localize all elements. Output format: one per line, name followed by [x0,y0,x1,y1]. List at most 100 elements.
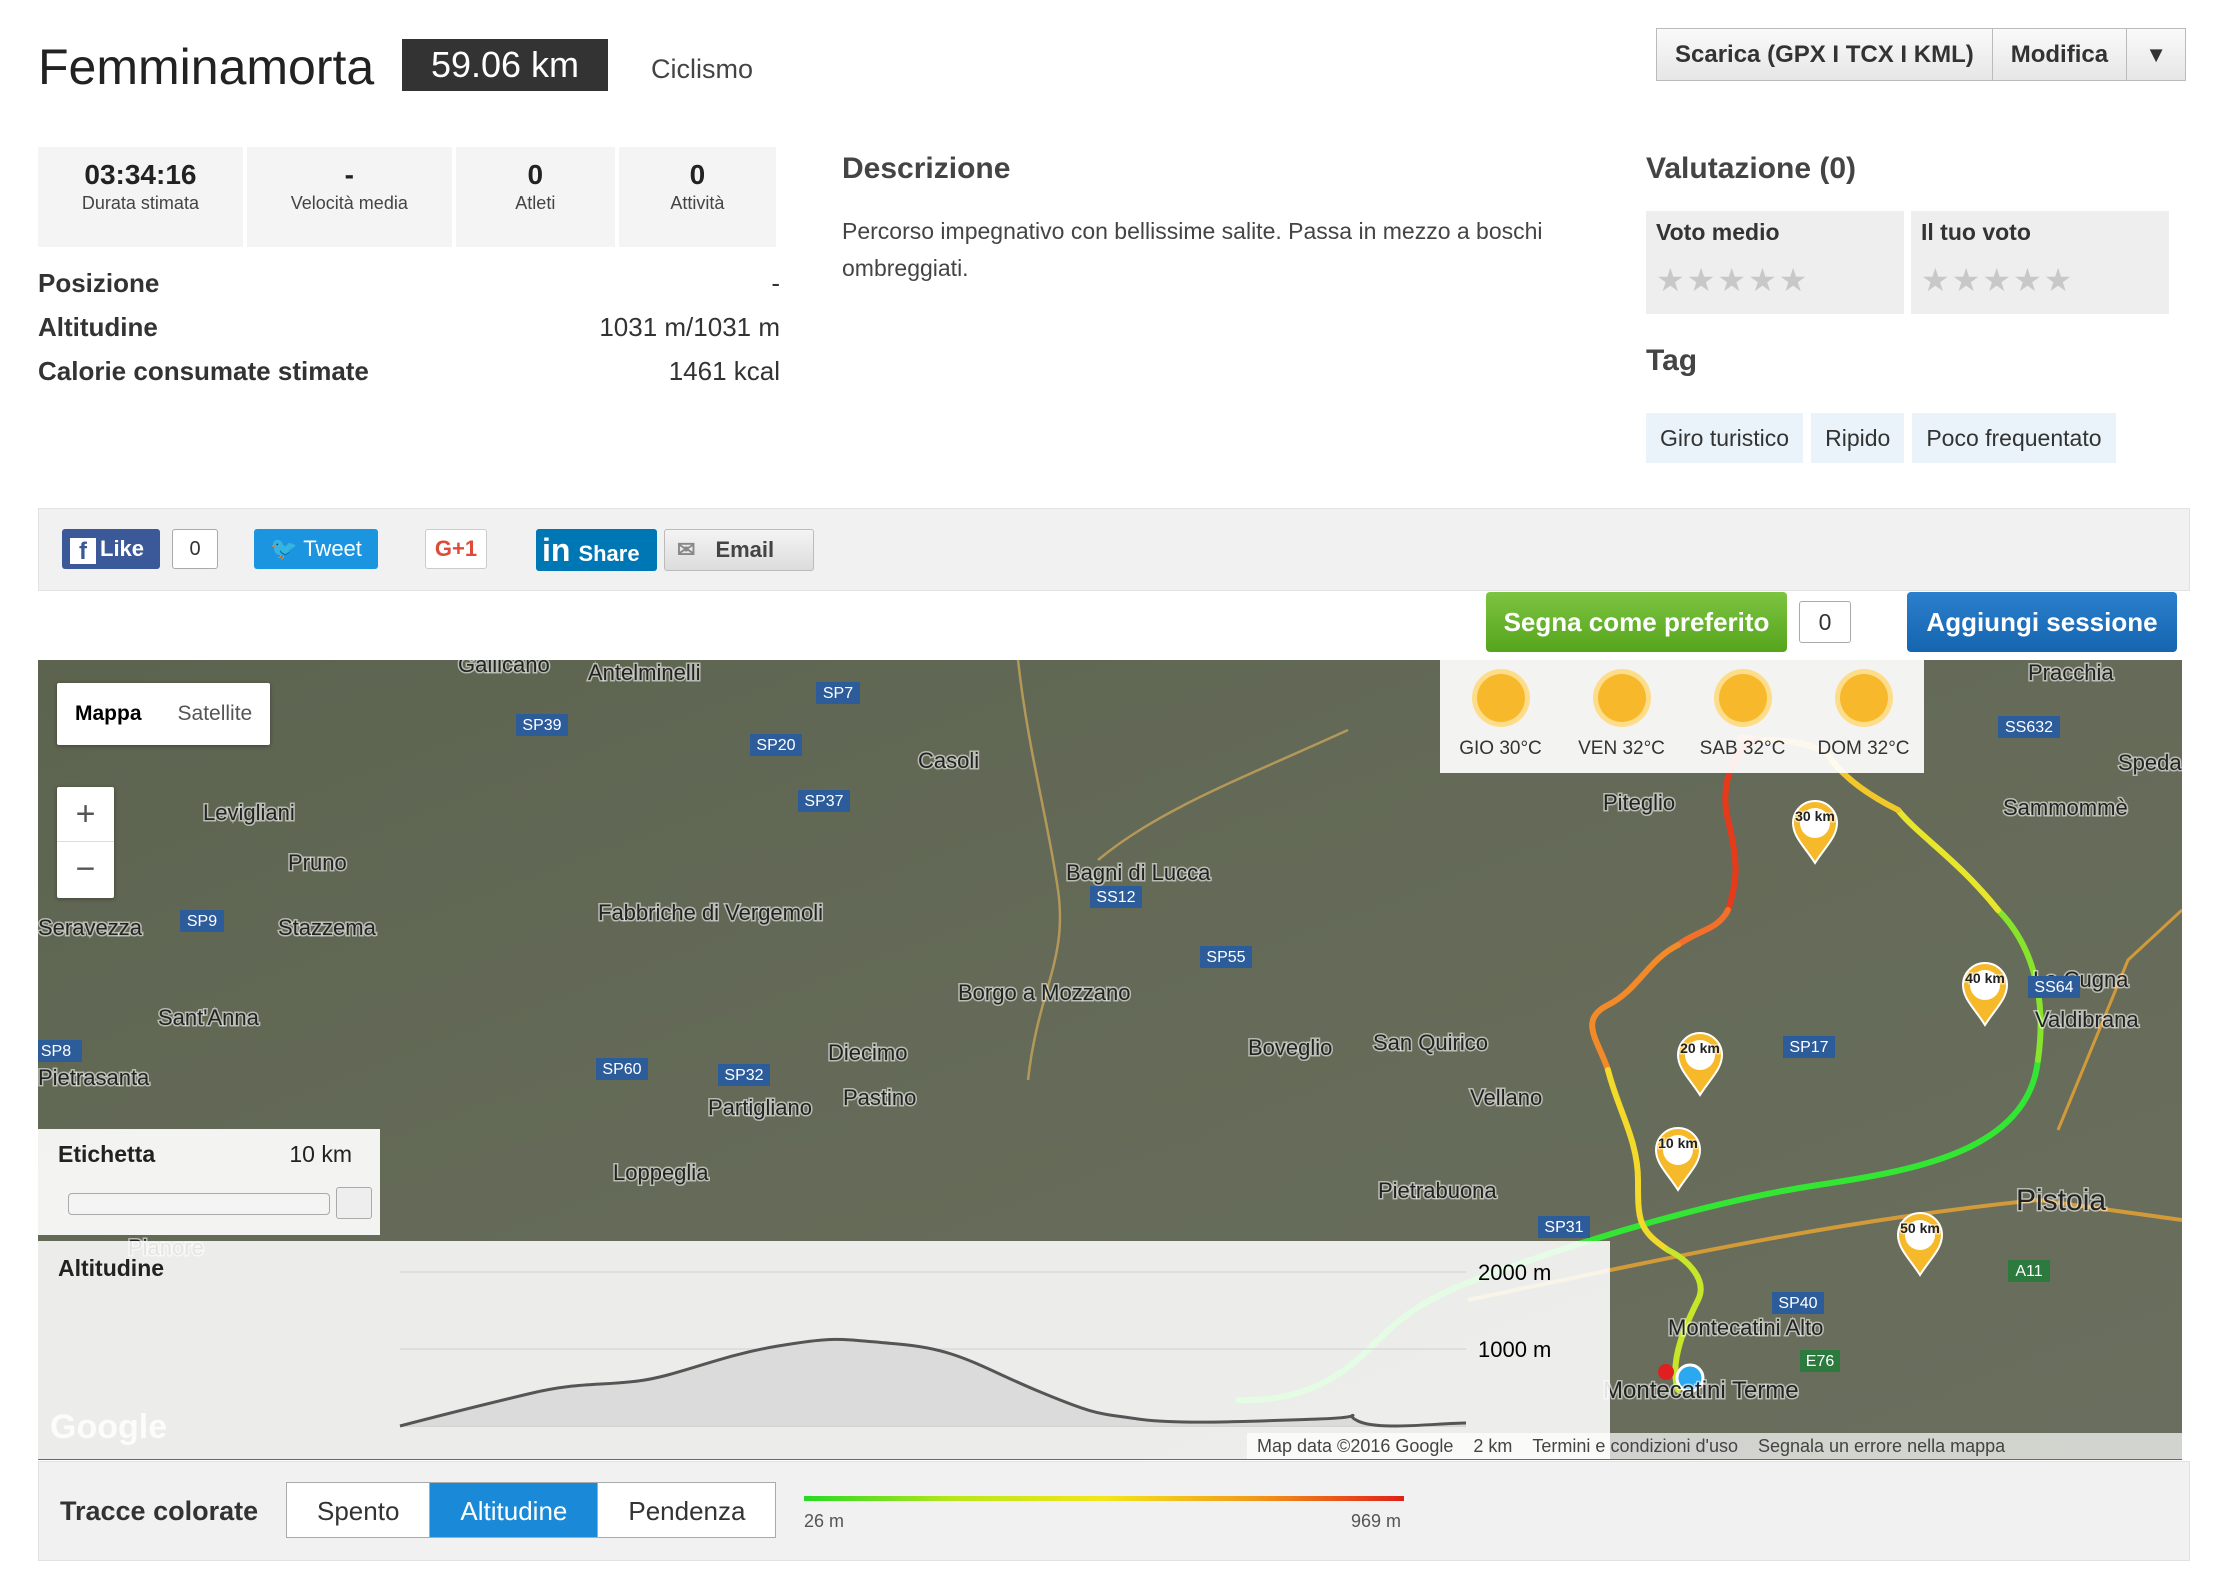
label-slider[interactable] [68,1193,330,1215]
place-label: Antelminelli [588,660,701,685]
road-label: SS632 [2005,719,2053,736]
sun-icon [1718,674,1767,722]
place-label: Pietrabuona [1378,1178,1497,1203]
place-label: Vellano [1470,1085,1542,1110]
star-icon[interactable]: ★ [1982,264,2011,296]
km-marker-label: 30 km [1795,808,1835,824]
favorite-button[interactable]: Segna come preferito [1486,592,1787,652]
map-footer: Map data ©2016 Google 2 km Termini e con… [1247,1433,2182,1459]
map-scale: 2 km [1473,1435,1513,1456]
tag[interactable]: Ripido [1811,413,1905,463]
stat-label: Velocità media [290,193,408,213]
add-session-button[interactable]: Aggiungi sessione [1907,592,2177,652]
facebook-like-button[interactable]: f Like [62,529,160,569]
weather-day: VEN 32°C [1561,660,1682,773]
place-label: Pastino [843,1085,916,1110]
label-slider-handle[interactable] [336,1187,372,1219]
label-panel-value: 10 km [289,1141,352,1167]
place-label: Loppeglia [613,1160,709,1185]
place-label: Bagni di Lucca [1066,860,1211,885]
place-label: Pracchia [2028,660,2114,685]
place-label: Borgo a Mozzano [958,980,1130,1005]
tag[interactable]: Poco frequentato [1912,413,2116,463]
tag[interactable]: Giro turistico [1646,413,1804,463]
place-label: Speda [2118,750,2182,775]
edit-button[interactable]: Modifica [1993,29,2128,80]
stat-label: Attività [670,193,725,213]
road-label: A11 [2015,1263,2042,1280]
road-label: SP37 [804,793,843,810]
road-label: SP7 [823,685,853,702]
km-marker-label: 10 km [1658,1135,1698,1151]
place-label: Pruno [288,850,347,875]
place-label: Diecimo [828,1040,907,1065]
place-label: Montecatini Alto [1668,1315,1823,1340]
altitude-color-scale [804,1496,1404,1501]
map-type-map[interactable]: Mappa [57,683,160,745]
road-label: SP17 [1789,1039,1828,1056]
your-stars[interactable]: ★ ★ ★ ★ ★ [1921,264,2159,296]
activity-type: Ciclismo [651,54,754,84]
tag-title: Tag [1646,344,1698,377]
road-label: SP55 [1206,949,1245,966]
place-label: San Quirico [1373,1030,1488,1055]
stat-speed: - Velocità media [246,147,452,247]
info-value: - [771,268,780,298]
star-icon[interactable]: ★ [1921,264,1950,296]
place-label: Levigliani [203,800,295,825]
place-label: Sammommè [2003,795,2128,820]
download-button[interactable]: Scarica (GPX I TCX I KML) [1657,29,1993,80]
zoom-out-button[interactable]: − [57,842,114,897]
stat-label: Durata stimata [81,193,199,213]
info-value: 1461 kcal [668,356,780,386]
email-label: Email [715,537,775,562]
map-type-satellite[interactable]: Satellite [160,683,271,745]
km-marker-label: 40 km [1965,970,2005,986]
average-rating: Voto medio ★ ★ ★ ★ ★ [1646,211,1904,314]
altitude-axis-label: 2000 m [1478,1260,1551,1285]
google-plus-button[interactable]: G+1 [425,529,487,569]
track-option-slope[interactable]: Pendenza [598,1483,775,1537]
zoom-in-button[interactable]: + [57,787,114,842]
star-icon: ★ [1656,262,1685,298]
weather-label: DOM 32°C [1817,738,1910,759]
tweet-button[interactable]: 🐦 Tweet [254,529,378,569]
place-label: Montecatini Terme [1603,1377,1799,1404]
info-value: 1031 m/1031 m [599,312,780,342]
tweet-label: Tweet [303,536,362,561]
report-error-link[interactable]: Segnala un errore nella mappa [1748,1436,2015,1457]
terms-link[interactable]: Termini e condizioni d'uso [1522,1436,1748,1457]
place-label: Boveglio [1248,1035,1332,1060]
place-label: Valdibrana [2035,1007,2139,1032]
place-label: Gallicano [458,660,550,677]
facebook-icon: f [70,538,96,565]
description-text: Percorso impegnativo con bellissime sali… [842,218,1543,281]
road-label: SP40 [1778,1295,1817,1312]
info-row-calories: Calorie consumate stimate 1461 kcal [38,356,780,400]
track-option-off[interactable]: Spento [287,1483,431,1537]
your-rating-label: Il tuo voto [1921,219,2031,245]
sun-icon [1476,674,1525,722]
weather-label: GIO 30°C [1459,738,1542,759]
linkedin-label: Share [578,541,640,566]
road-label: SP39 [522,717,561,734]
email-button[interactable]: ✉ Email [664,529,814,571]
stat-activities: 0 Attività [618,147,777,247]
place-label: Pietrasanta [38,1065,150,1090]
weather-day: SAB 32°C [1682,660,1803,773]
km-marker-label: 20 km [1680,1040,1720,1056]
star-icon[interactable]: ★ [2044,264,2073,296]
your-rating: Il tuo voto ★ ★ ★ ★ ★ [1911,211,2169,314]
track-option-altitude[interactable]: Altitudine [430,1483,599,1537]
linkedin-share-button[interactable]: in Share [536,529,657,571]
stat-label: Atleti [515,193,556,213]
star-icon[interactable]: ★ [1952,264,1981,296]
place-label: Fabbriche di Vergemoli [598,900,823,925]
linkedin-icon: in [542,532,571,568]
star-icon[interactable]: ★ [2013,264,2042,296]
dropdown-arrow-icon[interactable]: ▼ [2127,29,2185,80]
zoom-control: + − [57,787,114,898]
weather-label: SAB 32°C [1699,738,1786,759]
scale-min-label: 26 m [804,1511,845,1531]
altitude-panel: Altitudine 2000 m 1000 m [38,1241,1610,1459]
